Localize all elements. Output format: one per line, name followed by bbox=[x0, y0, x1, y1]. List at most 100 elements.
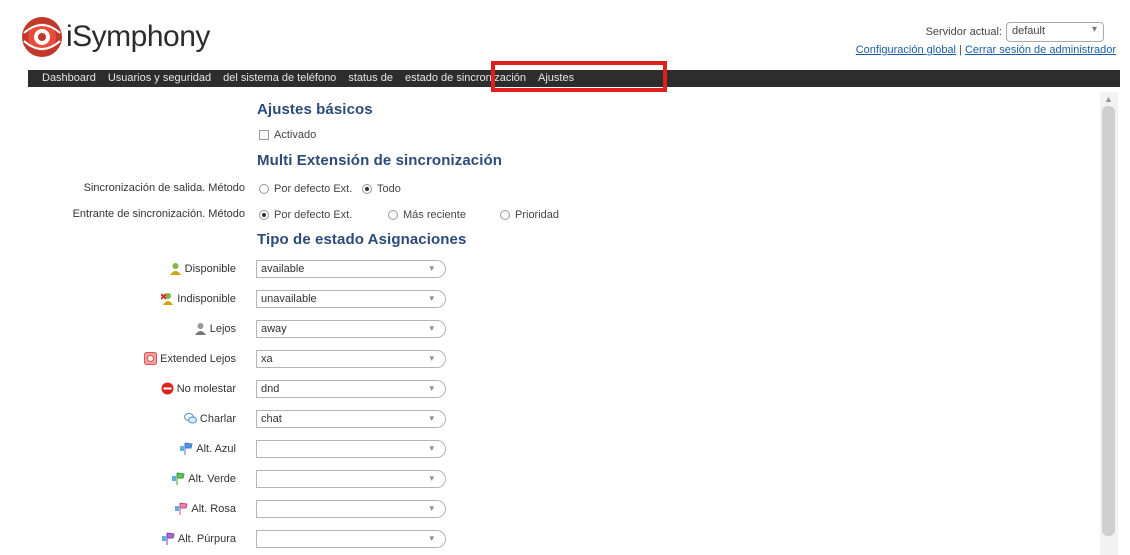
outgoing-option-all[interactable]: Todo bbox=[362, 183, 401, 195]
select-value: available bbox=[261, 263, 305, 275]
do-not-disturb-icon bbox=[161, 382, 174, 395]
status-select-away[interactable]: away ▾ bbox=[256, 320, 446, 338]
status-select-alt-pink[interactable]: ▾ bbox=[256, 500, 446, 518]
select-value: chat bbox=[261, 413, 282, 425]
global-config-link[interactable]: Configuración global bbox=[856, 44, 956, 56]
chevron-down-icon: ▾ bbox=[429, 383, 434, 393]
status-label-alt-pink: Alt. Rosa bbox=[175, 502, 236, 515]
main-nav: Dashboard Usuarios y seguridad del siste… bbox=[28, 70, 1120, 87]
user-away-icon bbox=[194, 323, 206, 335]
status-label-unavailable: Indisponible bbox=[161, 292, 236, 305]
status-label-text: Alt. Púrpura bbox=[177, 532, 236, 545]
radio-incoming-priority[interactable] bbox=[500, 210, 510, 220]
server-select-value: default bbox=[1012, 25, 1046, 37]
status-label-text: Lejos bbox=[209, 322, 236, 335]
status-label-alt-blue: Alt. Azul bbox=[180, 442, 236, 455]
basic-settings-title: Ajustes básicos bbox=[257, 101, 373, 118]
select-value: dnd bbox=[261, 383, 280, 395]
chevron-down-icon: ▾ bbox=[429, 263, 434, 273]
status-label-dnd: No molestar bbox=[161, 382, 236, 395]
server-selector-row: Servidor actual: default ▾ bbox=[926, 22, 1104, 42]
status-select-available[interactable]: available ▾ bbox=[256, 260, 446, 278]
link-separator: | bbox=[959, 44, 962, 56]
pink-flag-icon bbox=[175, 502, 188, 515]
radio-incoming-default[interactable] bbox=[259, 210, 269, 220]
status-label-text: Disponible bbox=[184, 262, 236, 275]
outgoing-method-label: Sincronización de salida. Método bbox=[83, 182, 245, 194]
status-label-available: Disponible bbox=[169, 262, 236, 275]
settings-content: Ajustes básicos Activado Multi Extensión… bbox=[0, 95, 1100, 555]
status-select-alt-purple[interactable]: ▾ bbox=[256, 530, 446, 548]
chevron-down-icon: ▾ bbox=[429, 323, 434, 333]
status-label-text: Indisponible bbox=[177, 292, 236, 305]
app-logo: iSymphony bbox=[20, 14, 210, 60]
status-label-text: No molestar bbox=[176, 382, 236, 395]
server-select[interactable]: default ▾ bbox=[1006, 22, 1104, 42]
server-label: Servidor actual: bbox=[925, 26, 1002, 38]
enabled-checkbox[interactable] bbox=[259, 130, 269, 140]
multi-extension-title: Multi Extensión de sincronización bbox=[257, 152, 502, 169]
chevron-down-icon: ▾ bbox=[429, 503, 434, 513]
chevron-down-icon: ▾ bbox=[429, 293, 434, 303]
radio-incoming-recent[interactable] bbox=[388, 210, 398, 220]
isymphony-logo-icon bbox=[22, 17, 62, 57]
radio-label: Por defecto Ext. bbox=[274, 209, 353, 221]
status-mappings-title: Tipo de estado Asignaciones bbox=[257, 231, 467, 248]
vertical-scrollbar[interactable]: ▲ bbox=[1100, 92, 1118, 555]
select-value: unavailable bbox=[261, 293, 317, 305]
radio-label: Prioridad bbox=[515, 209, 560, 221]
scrollbar-thumb[interactable] bbox=[1102, 106, 1115, 536]
scroll-up-arrow-icon[interactable]: ▲ bbox=[1104, 94, 1113, 104]
radio-label: Por defecto Ext. bbox=[274, 183, 353, 195]
status-select-unavailable[interactable]: unavailable ▾ bbox=[256, 290, 446, 308]
blue-flag-icon bbox=[180, 442, 193, 455]
chat-icon bbox=[183, 413, 197, 424]
status-select-dnd[interactable]: dnd ▾ bbox=[256, 380, 446, 398]
incoming-method-label: Entrante de sincronización. Método bbox=[72, 208, 245, 220]
tab-dashboard[interactable]: Dashboard bbox=[28, 70, 102, 87]
status-select-extended-away[interactable]: xa ▾ bbox=[256, 350, 446, 368]
incoming-option-recent[interactable]: Más reciente bbox=[388, 209, 466, 221]
app-name: iSymphony bbox=[66, 20, 210, 53]
status-label-text: Extended Lejos bbox=[160, 352, 236, 365]
green-flag-icon bbox=[172, 472, 185, 485]
status-label-chat: Charlar bbox=[183, 412, 236, 425]
admin-links: Configuración global | Cerrar sesión de … bbox=[856, 44, 1116, 56]
tab-sync-status[interactable]: estado de sincronización bbox=[399, 70, 532, 87]
app-header: iSymphony Servidor actual: default ▾ Con… bbox=[0, 0, 1130, 70]
incoming-option-default[interactable]: Por defecto Ext. bbox=[259, 209, 352, 221]
status-label-text: Alt. Rosa bbox=[191, 502, 236, 515]
status-label-alt-green: Alt. Verde bbox=[172, 472, 236, 485]
user-unavailable-icon bbox=[161, 293, 174, 305]
chevron-down-icon: ▾ bbox=[1091, 24, 1097, 35]
user-available-icon bbox=[169, 263, 181, 275]
tab-settings[interactable]: Ajustes bbox=[532, 70, 580, 87]
chevron-down-icon: ▾ bbox=[429, 533, 434, 543]
radio-outgoing-all[interactable] bbox=[362, 184, 372, 194]
outgoing-option-default[interactable]: Por defecto Ext. bbox=[259, 183, 352, 195]
select-value: away bbox=[261, 323, 287, 335]
radio-label: Todo bbox=[377, 183, 401, 195]
status-label-alt-purple: Alt. Púrpura bbox=[161, 532, 236, 545]
status-label-text: Alt. Verde bbox=[188, 472, 236, 485]
chevron-down-icon: ▾ bbox=[429, 443, 434, 453]
enabled-label: Activado bbox=[274, 129, 317, 141]
status-label-extended-away: Extended Lejos bbox=[144, 352, 236, 365]
chevron-down-icon: ▾ bbox=[429, 473, 434, 483]
tab-users-security[interactable]: Usuarios y seguridad bbox=[102, 70, 217, 87]
enabled-checkbox-row[interactable]: Activado bbox=[259, 129, 316, 141]
tab-phone-system[interactable]: del sistema de teléfono bbox=[217, 70, 342, 87]
extended-away-icon bbox=[144, 352, 158, 365]
status-select-alt-green[interactable]: ▾ bbox=[256, 470, 446, 488]
status-label-away: Lejos bbox=[194, 322, 236, 335]
select-value: xa bbox=[261, 353, 273, 365]
status-select-alt-blue[interactable]: ▾ bbox=[256, 440, 446, 458]
tab-status[interactable]: status de bbox=[342, 70, 399, 87]
radio-outgoing-default[interactable] bbox=[259, 184, 269, 194]
status-select-chat[interactable]: chat ▾ bbox=[256, 410, 446, 428]
admin-logout-link[interactable]: Cerrar sesión de administrador bbox=[965, 44, 1116, 56]
status-label-text: Charlar bbox=[199, 412, 236, 425]
radio-label: Más reciente bbox=[403, 209, 466, 221]
chevron-down-icon: ▾ bbox=[429, 413, 434, 423]
incoming-option-priority[interactable]: Prioridad bbox=[500, 209, 559, 221]
